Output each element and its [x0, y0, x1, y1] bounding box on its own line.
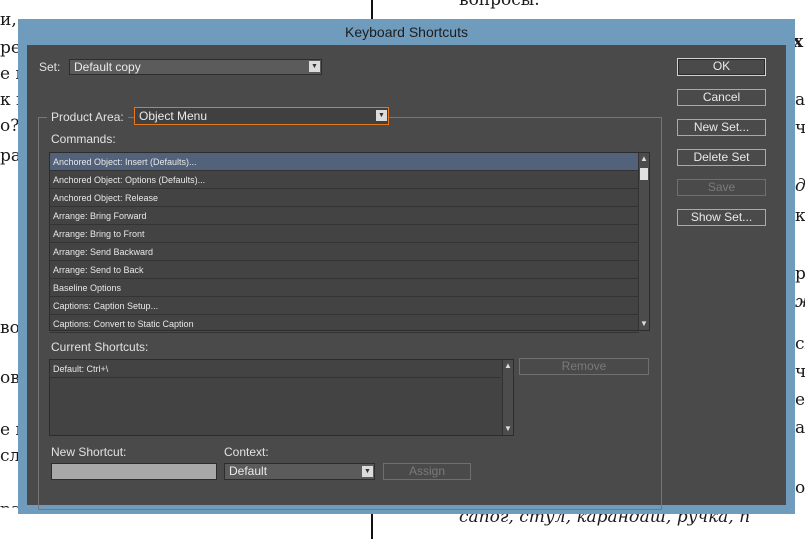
list-item[interactable]: Anchored Object: Release — [50, 189, 639, 207]
bg-text: ов — [795, 478, 805, 498]
bg-text: кь — [795, 206, 805, 226]
dialog-body: Set: Default copy ▼ Product Area: Object… — [27, 45, 786, 510]
bg-text: сл — [795, 334, 805, 354]
new-shortcut-label: New Shortcut: — [51, 445, 127, 459]
bg-text: ов — [0, 368, 20, 388]
chevron-down-icon: ▼ — [362, 466, 373, 477]
bg-text: ч' — [795, 362, 805, 382]
bg-text: и, — [0, 10, 17, 30]
bg-text: во — [0, 318, 20, 338]
chevron-down-icon: ▼ — [309, 61, 320, 72]
keyboard-shortcuts-dialog: Keyboard Shortcuts Set: Default copy ▼ P… — [18, 19, 795, 514]
bg-text: аб — [795, 418, 805, 438]
scroll-down-icon[interactable]: ▼ — [503, 424, 513, 434]
new-set-button[interactable]: New Set... — [677, 119, 766, 136]
current-shortcuts-label: Current Shortcuts: — [51, 340, 149, 354]
list-item[interactable]: Baseline Options — [50, 279, 639, 297]
bg-text: ен — [795, 390, 805, 410]
list-item[interactable]: Arrange: Send Backward — [50, 243, 639, 261]
product-area-value: Object Menu — [139, 109, 208, 123]
list-item[interactable]: Anchored Object: Insert (Defaults)... — [50, 153, 639, 171]
scrollbar-thumb[interactable] — [640, 168, 648, 180]
ok-button[interactable]: OK — [677, 58, 766, 76]
commands-scrollbar[interactable]: ▲ ▼ — [638, 153, 649, 330]
current-shortcuts-list[interactable]: Default: Ctrl+\ ▲ ▼ — [49, 359, 514, 436]
list-item[interactable]: Arrange: Bring to Front — [50, 225, 639, 243]
context-dropdown[interactable]: Default ▼ — [224, 463, 375, 480]
new-shortcut-input[interactable] — [51, 463, 217, 480]
bg-text: ап — [795, 90, 805, 110]
save-button[interactable]: Save — [677, 179, 766, 196]
set-dropdown-value: Default copy — [74, 60, 141, 74]
set-dropdown[interactable]: Default copy ▼ — [69, 59, 322, 75]
list-item[interactable]: Captions: Convert to Static Caption — [50, 315, 639, 333]
commands-label: Commands: — [51, 132, 116, 146]
shortcuts-scrollbar[interactable]: ▲ ▼ — [502, 360, 513, 435]
list-item[interactable]: Anchored Object: Options (Defaults)... — [50, 171, 639, 189]
bg-text: о? — [0, 116, 20, 136]
scroll-down-icon[interactable]: ▼ — [639, 319, 649, 329]
cancel-button[interactable]: Cancel — [677, 89, 766, 106]
set-label: Set: — [39, 60, 61, 74]
chevron-down-icon: ▼ — [376, 110, 387, 121]
bg-text: дв — [795, 176, 805, 196]
delete-set-button[interactable]: Delete Set — [677, 149, 766, 166]
bg-text: ж — [795, 292, 805, 312]
scroll-up-icon[interactable]: ▲ — [639, 154, 649, 164]
context-value: Default — [229, 464, 268, 478]
bg-text: р — [795, 264, 805, 284]
list-item[interactable]: Arrange: Bring Forward — [50, 207, 639, 225]
list-item[interactable]: Captions: Caption Setup... — [50, 297, 639, 315]
bg-text: вопросы. — [459, 0, 540, 10]
list-item[interactable]: Arrange: Send to Back — [50, 261, 639, 279]
show-set-button[interactable]: Show Set... — [677, 209, 766, 226]
scroll-up-icon[interactable]: ▲ — [503, 361, 513, 371]
list-item[interactable]: Default: Ctrl+\ — [50, 360, 501, 378]
product-area-dropdown[interactable]: Object Menu ▼ — [134, 107, 389, 125]
bg-text: ч — [795, 118, 805, 138]
context-label: Context: — [224, 445, 269, 459]
product-area-label: Product Area: — [47, 110, 128, 124]
commands-list[interactable]: Anchored Object: Insert (Defaults)... An… — [49, 152, 650, 333]
assign-button[interactable]: Assign — [383, 463, 471, 480]
dialog-title: Keyboard Shortcuts — [345, 24, 468, 40]
remove-button[interactable]: Remove — [519, 358, 649, 375]
